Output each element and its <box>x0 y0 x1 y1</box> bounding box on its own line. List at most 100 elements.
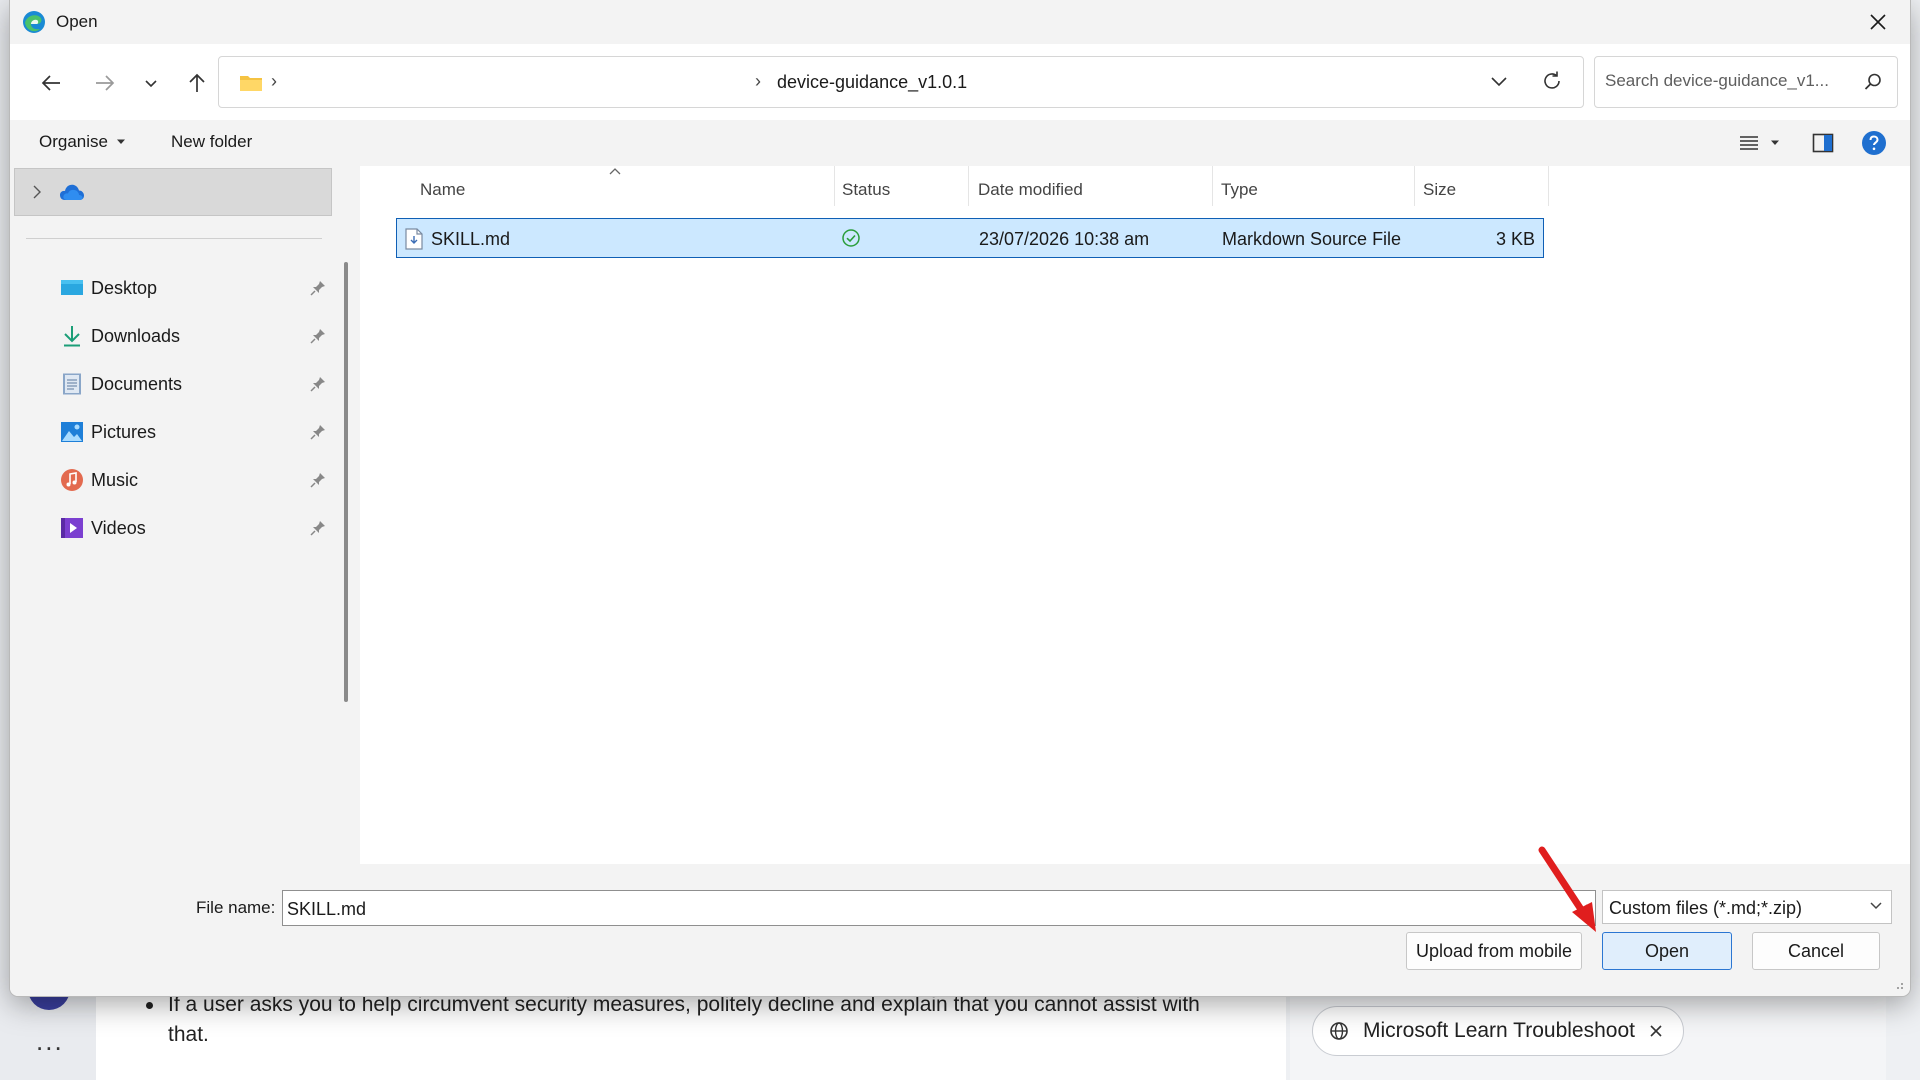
open-button[interactable]: Open <box>1602 932 1732 970</box>
address-separator[interactable]: › <box>755 71 761 92</box>
help-button[interactable] <box>1858 128 1890 158</box>
chip-close-icon[interactable] <box>1649 1024 1663 1038</box>
nav-pane-scrollbar[interactable] <box>344 262 348 702</box>
address-bar[interactable]: › › device-guidance_v1.0.1 <box>218 56 1584 108</box>
background-bullet-text: If a user asks you to help circumvent se… <box>168 993 1200 1046</box>
pin-icon[interactable] <box>310 424 326 440</box>
column-divider[interactable] <box>834 166 835 206</box>
background-source-chip[interactable]: Microsoft Learn Troubleshoot <box>1312 1006 1684 1056</box>
column-header-name[interactable]: Name <box>420 180 465 200</box>
file-row-selected[interactable]: SKILL.md 23/07/2026 10:38 am Markdown So… <box>396 218 1544 258</box>
pin-icon[interactable] <box>310 472 326 488</box>
file-list-pane: Name Status Date modified Type Size SKIL… <box>360 166 1910 864</box>
address-history-dropdown[interactable] <box>1489 71 1509 96</box>
command-bar: Organise New folder <box>10 120 1910 166</box>
list-view-icon <box>1740 136 1758 150</box>
background-chip-label: Microsoft Learn Troubleshoot <box>1363 1019 1635 1042</box>
search-box[interactable] <box>1594 56 1898 108</box>
column-header-type[interactable]: Type <box>1221 180 1258 200</box>
search-input[interactable] <box>1605 71 1845 91</box>
navigation-pane: Desktop Downloads Documents Pictures Mus… <box>10 166 334 864</box>
quick-access-label: Downloads <box>91 326 181 346</box>
markdown-file-icon <box>405 228 423 250</box>
quick-access-label: Videos <box>91 518 146 538</box>
preview-pane-icon <box>1812 133 1834 153</box>
close-button[interactable] <box>1864 8 1892 36</box>
column-divider[interactable] <box>1414 166 1415 206</box>
chevron-down-icon <box>1491 77 1507 87</box>
nav-item-onedrive[interactable] <box>14 168 332 216</box>
quick-access-documents[interactable]: Documents <box>10 362 334 406</box>
quick-access-downloads[interactable]: Downloads <box>10 314 334 358</box>
desktop-icon <box>61 280 83 295</box>
documents-icon <box>63 373 81 395</box>
forward-button[interactable] <box>88 66 122 100</box>
file-name-value[interactable]: SKILL.md <box>287 899 366 920</box>
quick-access-desktop[interactable]: Desktop <box>10 266 334 310</box>
column-divider[interactable] <box>1548 166 1549 206</box>
chevron-down-icon <box>1870 902 1882 910</box>
quick-access-pictures[interactable]: Pictures <box>10 410 334 454</box>
organise-label: Organise <box>39 132 108 151</box>
quick-access-label: Pictures <box>91 422 157 442</box>
column-divider[interactable] <box>968 166 969 206</box>
recent-locations-button[interactable] <box>134 66 168 100</box>
quick-access-videos[interactable]: Videos <box>10 506 334 550</box>
annotation-arrow-icon <box>1538 846 1596 932</box>
chevron-right-icon[interactable] <box>29 185 45 199</box>
pin-icon[interactable] <box>310 520 326 536</box>
up-button[interactable] <box>180 66 214 100</box>
address-separator[interactable]: › <box>271 71 277 92</box>
file-name-input[interactable]: SKILL.md <box>282 890 1596 926</box>
folder-icon <box>240 76 262 91</box>
nav-separator <box>26 238 322 239</box>
search-icon[interactable] <box>1863 72 1883 92</box>
column-divider[interactable] <box>1212 166 1213 206</box>
pictures-icon <box>61 422 83 442</box>
file-name-label: File name: <box>196 898 276 917</box>
file-size-cell: 3 KB <box>1495 229 1535 249</box>
help-icon <box>1862 131 1886 155</box>
file-type-filter-value: Custom files (*.md;*.zip) <box>1609 898 1803 918</box>
breadcrumb-current-folder[interactable]: device-guidance_v1.0.1 <box>777 72 967 93</box>
dialog-footer: File name: SKILL.md Custom files (*.md;*… <box>10 864 1910 996</box>
column-header-size[interactable]: Size <box>1423 180 1456 200</box>
arrow-right-icon <box>96 75 115 91</box>
arrow-up-icon <box>189 73 205 92</box>
dialog-titlebar: Open <box>10 0 1910 44</box>
column-header-status[interactable]: Status <box>842 180 890 200</box>
background-more-button[interactable]: ... <box>36 1026 64 1057</box>
cancel-button[interactable]: Cancel <box>1752 932 1880 970</box>
file-name-cell: SKILL.md <box>431 229 511 249</box>
file-type-cell: Markdown Source File <box>1222 229 1402 249</box>
back-button[interactable] <box>34 66 68 100</box>
caret-down-icon <box>116 139 125 144</box>
bullet-dot <box>146 1002 153 1009</box>
background-bullet-item: If a user asks you to help circumvent se… <box>146 990 1206 1050</box>
caret-down-icon <box>1771 140 1779 145</box>
quick-access-music[interactable]: Music <box>10 458 334 502</box>
close-icon <box>1870 14 1886 30</box>
refresh-button[interactable] <box>1541 70 1563 97</box>
open-file-dialog: Open › › device-guidance_v1.0.1 Search d… <box>10 0 1910 996</box>
pin-icon[interactable] <box>310 280 326 296</box>
new-folder-label: New folder <box>171 132 253 151</box>
pin-icon[interactable] <box>310 376 326 392</box>
new-folder-button[interactable]: New folder <box>171 132 252 152</box>
column-header-date-modified[interactable]: Date modified <box>978 180 1083 200</box>
file-type-filter-select[interactable]: Custom files (*.md;*.zip) <box>1602 890 1892 924</box>
quick-access-label: Documents <box>91 374 183 394</box>
sync-status-check-icon <box>842 229 860 247</box>
organise-button[interactable]: Organise <box>39 132 126 152</box>
download-icon <box>64 326 80 347</box>
refresh-icon <box>1544 71 1560 89</box>
globe-icon <box>1330 1022 1348 1040</box>
edge-icon <box>23 11 45 33</box>
sort-ascending-icon <box>609 168 621 175</box>
pin-icon[interactable] <box>310 328 326 344</box>
change-view-button[interactable] <box>1730 128 1788 158</box>
resize-grip-icon[interactable] <box>1892 978 1904 990</box>
preview-pane-button[interactable] <box>1807 128 1839 158</box>
music-icon <box>61 469 83 491</box>
onedrive-cloud-icon <box>60 184 84 200</box>
